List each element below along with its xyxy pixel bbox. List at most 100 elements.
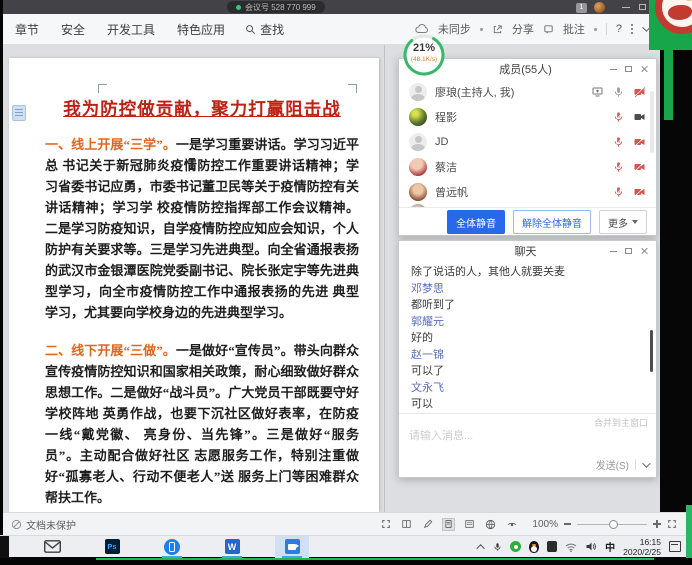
mic-off-icon[interactable] [613, 186, 624, 198]
chat-messages[interactable]: 除了说话的人，其他人就要关麦 邓梦思 都听到了 郭耀元 好的 赵一锦 可以了 文… [399, 261, 656, 413]
taskbar: Ps W 中 16:15 [0, 535, 687, 557]
chat-panel-header[interactable]: 聊天 [399, 241, 656, 261]
camera-on-icon[interactable] [633, 111, 646, 123]
restore-icon[interactable] [639, 4, 646, 10]
page-layout-icon[interactable] [442, 518, 455, 531]
tab-chapter[interactable]: 章节 [15, 21, 39, 38]
chat-message: 除了说话的人，其他人就要关麦 [411, 264, 644, 281]
camera-off-icon[interactable] [633, 186, 646, 198]
speaker-icon[interactable] [585, 541, 597, 552]
member-row[interactable]: 程影 [399, 104, 656, 129]
tab-special-apps[interactable]: 特色应用 [177, 21, 225, 38]
zoom-level[interactable]: 100% [532, 519, 558, 530]
paste-options-icon[interactable] [12, 105, 26, 121]
doc-p2-body: 一是做好“宣传员”。带头向群众 宣传疫情防控知识和国家相关政策，耐心细致做好群众… [45, 343, 359, 505]
qq-icon[interactable] [529, 541, 539, 553]
eye-protect-icon[interactable] [505, 518, 518, 531]
member-row[interactable]: 曾远帆 [399, 179, 656, 204]
member-row[interactable]: 蔡洁 [399, 154, 656, 179]
tab-dev-tools[interactable]: 开发工具 [107, 21, 155, 38]
close-icon[interactable] [640, 247, 648, 255]
read-layout-icon[interactable] [400, 518, 413, 531]
fit-page-icon[interactable] [667, 519, 677, 529]
account-avatar[interactable] [594, 2, 605, 13]
maximize-icon[interactable] [625, 248, 632, 254]
member-row[interactable]: JD [399, 129, 656, 154]
start-button[interactable] [0, 536, 9, 558]
tray-mic-icon[interactable] [493, 541, 502, 553]
members-scrollbar[interactable] [650, 91, 654, 153]
dot-separator-icon [594, 28, 597, 31]
send-options-icon[interactable] [642, 459, 650, 467]
web-layout-icon[interactable] [484, 518, 497, 531]
tray-device-icon[interactable] [547, 541, 557, 552]
share-button[interactable]: 分享 [512, 21, 534, 37]
more-menu-icon[interactable] [631, 24, 633, 34]
more-button[interactable]: 更多 [599, 210, 647, 234]
minimize-icon[interactable] [622, 7, 630, 8]
dot-separator-icon [480, 28, 483, 31]
mic-off-icon[interactable] [613, 111, 624, 123]
taskbar-phone-app[interactable] [155, 536, 189, 558]
taskbar-meeting-app[interactable] [275, 536, 309, 558]
ime-indicator[interactable]: 中 [605, 539, 615, 554]
chat-input[interactable]: 请输入消息... [409, 427, 473, 443]
screen-share-icon[interactable] [591, 86, 604, 98]
video-meeting-icon [285, 539, 300, 554]
close-icon[interactable] [640, 65, 648, 73]
member-name: JD [435, 136, 448, 148]
member-row[interactable]: 廖琅(主持人, 我) [399, 79, 656, 104]
camera-off-icon[interactable] [633, 136, 646, 148]
outline-view-icon[interactable] [463, 518, 476, 531]
write-mode-icon[interactable] [421, 518, 434, 531]
taskbar-wps-app[interactable]: W [215, 536, 249, 558]
document-content: 我为防控做贡献，聚力打赢阻击战 一、线上开展“三学”。一是学习重要讲话。学习习近… [45, 96, 359, 508]
zoom-slider-thumb[interactable] [609, 520, 618, 529]
fullscreen-view-icon[interactable] [379, 518, 392, 531]
taskbar-mail-app[interactable] [35, 536, 69, 558]
send-button[interactable]: 发送(S) [596, 457, 629, 472]
mic-off-icon[interactable] [613, 136, 624, 148]
comment-button[interactable]: 批注 [563, 21, 585, 37]
mic-off-icon[interactable] [613, 161, 624, 173]
chat-input-area[interactable]: 合并到主窗口 请输入消息... 发送(S) [399, 413, 656, 477]
merge-to-main-link[interactable]: 合并到主窗口 [594, 416, 648, 429]
network-icon[interactable] [565, 542, 577, 552]
unmute-all-button[interactable]: 解除全体静音 [513, 210, 591, 234]
tab-security[interactable]: 安全 [61, 21, 85, 38]
protect-status[interactable]: 文档未保护 [26, 517, 76, 532]
avatar [409, 158, 427, 176]
zoom-out-icon[interactable] [564, 523, 571, 524]
chat-panel-title: 聊天 [407, 243, 610, 259]
chat-scrollbar[interactable] [650, 330, 653, 372]
title-bar: 会议号 528 770 999 1 [3, 0, 660, 14]
clock[interactable]: 16:15 2020/2/25 [623, 537, 661, 557]
minimize-icon[interactable] [610, 69, 617, 70]
avatar [409, 133, 427, 151]
chat-sender: 赵一锦 [411, 347, 644, 364]
minimize-icon[interactable] [610, 251, 617, 252]
action-center-icon[interactable] [669, 541, 681, 552]
camera-off-icon[interactable] [633, 161, 646, 173]
camera-off-icon[interactable] [633, 86, 646, 98]
doc-p1-lead: 一、线上开展“三学”。 [45, 137, 176, 152]
mute-all-button[interactable]: 全体静音 [447, 210, 505, 234]
taskbar-photoshop-app[interactable]: Ps [95, 536, 129, 558]
member-row[interactable] [399, 204, 656, 207]
mic-icon[interactable] [613, 86, 624, 98]
tray-expand-icon[interactable] [477, 544, 485, 552]
meeting-number-pill[interactable]: 会议号 528 770 999 [227, 1, 325, 13]
zoom-slider[interactable] [577, 524, 647, 525]
members-list[interactable]: 廖琅(主持人, 我) 程影 JD [399, 79, 656, 207]
maximize-icon[interactable] [625, 66, 632, 72]
notification-count-badge[interactable]: 1 [576, 3, 587, 13]
envelope-icon [44, 540, 61, 553]
screen: 会议号 528 770 999 1 章节 安全 开发工具 特色应用 查找 未同步… [0, 0, 692, 565]
find-button[interactable]: 查找 [245, 21, 284, 38]
progress-percent: 21% [401, 42, 447, 54]
document-page[interactable]: 我为防控做贡献，聚力打赢阻击战 一、线上开展“三学”。一是学习重要讲话。学习习近… [9, 58, 379, 512]
zoom-in-icon[interactable] [653, 520, 661, 528]
progress-speed: (48.1K/s) [401, 56, 447, 63]
tray-app-icon[interactable] [510, 541, 521, 552]
help-button[interactable]: ? [616, 23, 622, 35]
